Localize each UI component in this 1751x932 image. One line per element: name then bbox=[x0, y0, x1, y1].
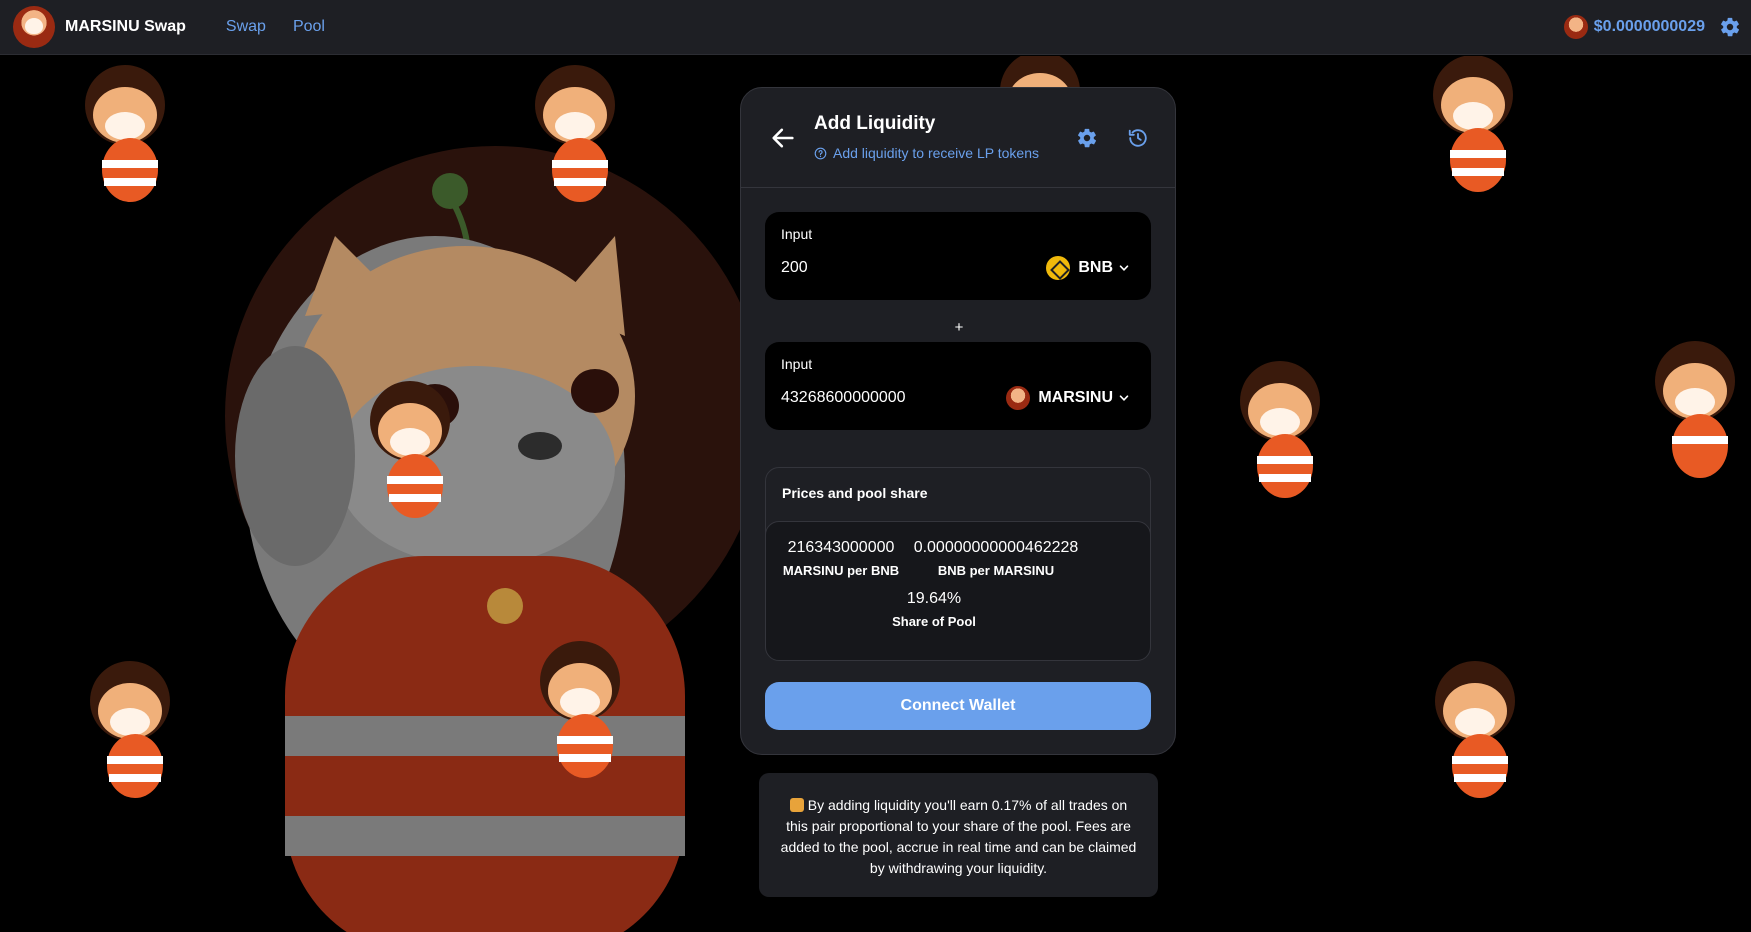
nav-link-pool[interactable]: Pool bbox=[293, 18, 325, 36]
token-name: MARSINU bbox=[1038, 389, 1113, 406]
pool-share-stats: 216343000000 MARSINU per BNB 0.000000000… bbox=[765, 521, 1151, 661]
bnb-token-select[interactable]: BNB bbox=[1046, 256, 1129, 280]
input-label: Input bbox=[781, 356, 813, 372]
stat-label: BNB per MARSINU bbox=[937, 563, 1055, 578]
top-nav: MARSINU Swap Swap Pool $0.0000000029 bbox=[0, 0, 1751, 55]
stat-share-of-pool: 19.64% Share of Pool bbox=[884, 590, 984, 629]
chevron-down-icon bbox=[1119, 395, 1129, 401]
marsinu-token-select[interactable]: MARSINU bbox=[1006, 386, 1129, 410]
astronaut-mascot-illustration bbox=[540, 641, 620, 778]
input-label: Input bbox=[781, 226, 813, 242]
help-circle-icon bbox=[814, 147, 827, 159]
chevron-down-icon bbox=[1119, 265, 1129, 271]
connect-wallet-button[interactable]: Connect Wallet bbox=[765, 682, 1151, 730]
nav-right: $0.0000000029 bbox=[1563, 15, 1741, 39]
astronaut-mascot-illustration bbox=[535, 65, 615, 202]
back-arrow-icon[interactable] bbox=[769, 124, 797, 152]
astronaut-mascot-illustration bbox=[1240, 361, 1320, 498]
lightbulb-icon bbox=[789, 798, 804, 812]
brand-link[interactable]: MARSINU Swap bbox=[13, 6, 186, 48]
nav-link-swap[interactable]: Swap bbox=[226, 18, 266, 36]
brand-name: MARSINU Swap bbox=[65, 18, 186, 35]
plus-sign: + bbox=[954, 319, 964, 336]
astronaut-mascot-illustration bbox=[90, 661, 170, 798]
stat-bnb-per-marsinu: 0.00000000000462228 BNB per MARSINU bbox=[906, 539, 1086, 578]
bnb-icon bbox=[1046, 256, 1071, 280]
stat-label: MARSINU per BNB bbox=[782, 563, 900, 578]
stat-value: 0.00000000000462228 bbox=[913, 539, 1079, 556]
marsinu-icon bbox=[1006, 386, 1031, 410]
marsinu-amount-input[interactable] bbox=[781, 389, 1001, 407]
history-icon[interactable] bbox=[1127, 127, 1149, 149]
astronaut-mascot-illustration bbox=[1433, 56, 1513, 192]
prices-pool-share-panel: Prices and pool share 216343000000 MARSI… bbox=[765, 467, 1151, 661]
marsinu-token-icon bbox=[1563, 15, 1588, 39]
gear-icon[interactable] bbox=[1076, 127, 1098, 149]
liquidity-info-note: By adding liquidity you'll earn 0.17% of… bbox=[759, 773, 1158, 897]
token-name: BNB bbox=[1078, 259, 1113, 276]
stat-label: Share of Pool bbox=[892, 614, 976, 629]
input-panel-bnb: Input BNB bbox=[765, 212, 1151, 300]
pool-share-title: Prices and pool share bbox=[782, 485, 928, 501]
card-header: Add Liquidity Add liquidity to receive L… bbox=[741, 88, 1175, 188]
bnb-amount-input[interactable] bbox=[781, 259, 1001, 277]
note-text: By adding liquidity you'll earn 0.17% of… bbox=[780, 797, 1137, 876]
astronaut-mascot-illustration bbox=[85, 65, 165, 202]
stat-value: 19.64% bbox=[906, 590, 962, 607]
subtitle-text: Add liquidity to receive LP tokens bbox=[833, 145, 1039, 161]
page-title: Add Liquidity bbox=[814, 113, 936, 134]
astronaut-mascot-illustration bbox=[370, 381, 450, 518]
add-liquidity-card: Add Liquidity Add liquidity to receive L… bbox=[740, 87, 1176, 755]
astronaut-mascot-illustration bbox=[1435, 661, 1515, 798]
input-panel-marsinu: Input MARSINU bbox=[765, 342, 1151, 430]
stat-value: 216343000000 bbox=[787, 539, 895, 556]
gear-icon[interactable] bbox=[1719, 16, 1741, 38]
stat-marsinu-per-bnb: 216343000000 MARSINU per BNB bbox=[776, 539, 906, 578]
astronaut-doge-illustration bbox=[225, 146, 745, 932]
lp-tokens-help-link[interactable]: Add liquidity to receive LP tokens bbox=[814, 145, 1039, 161]
marsinu-logo-icon bbox=[13, 6, 55, 48]
token-price: $0.0000000029 bbox=[1593, 18, 1705, 35]
astronaut-mascot-illustration bbox=[1655, 341, 1735, 478]
